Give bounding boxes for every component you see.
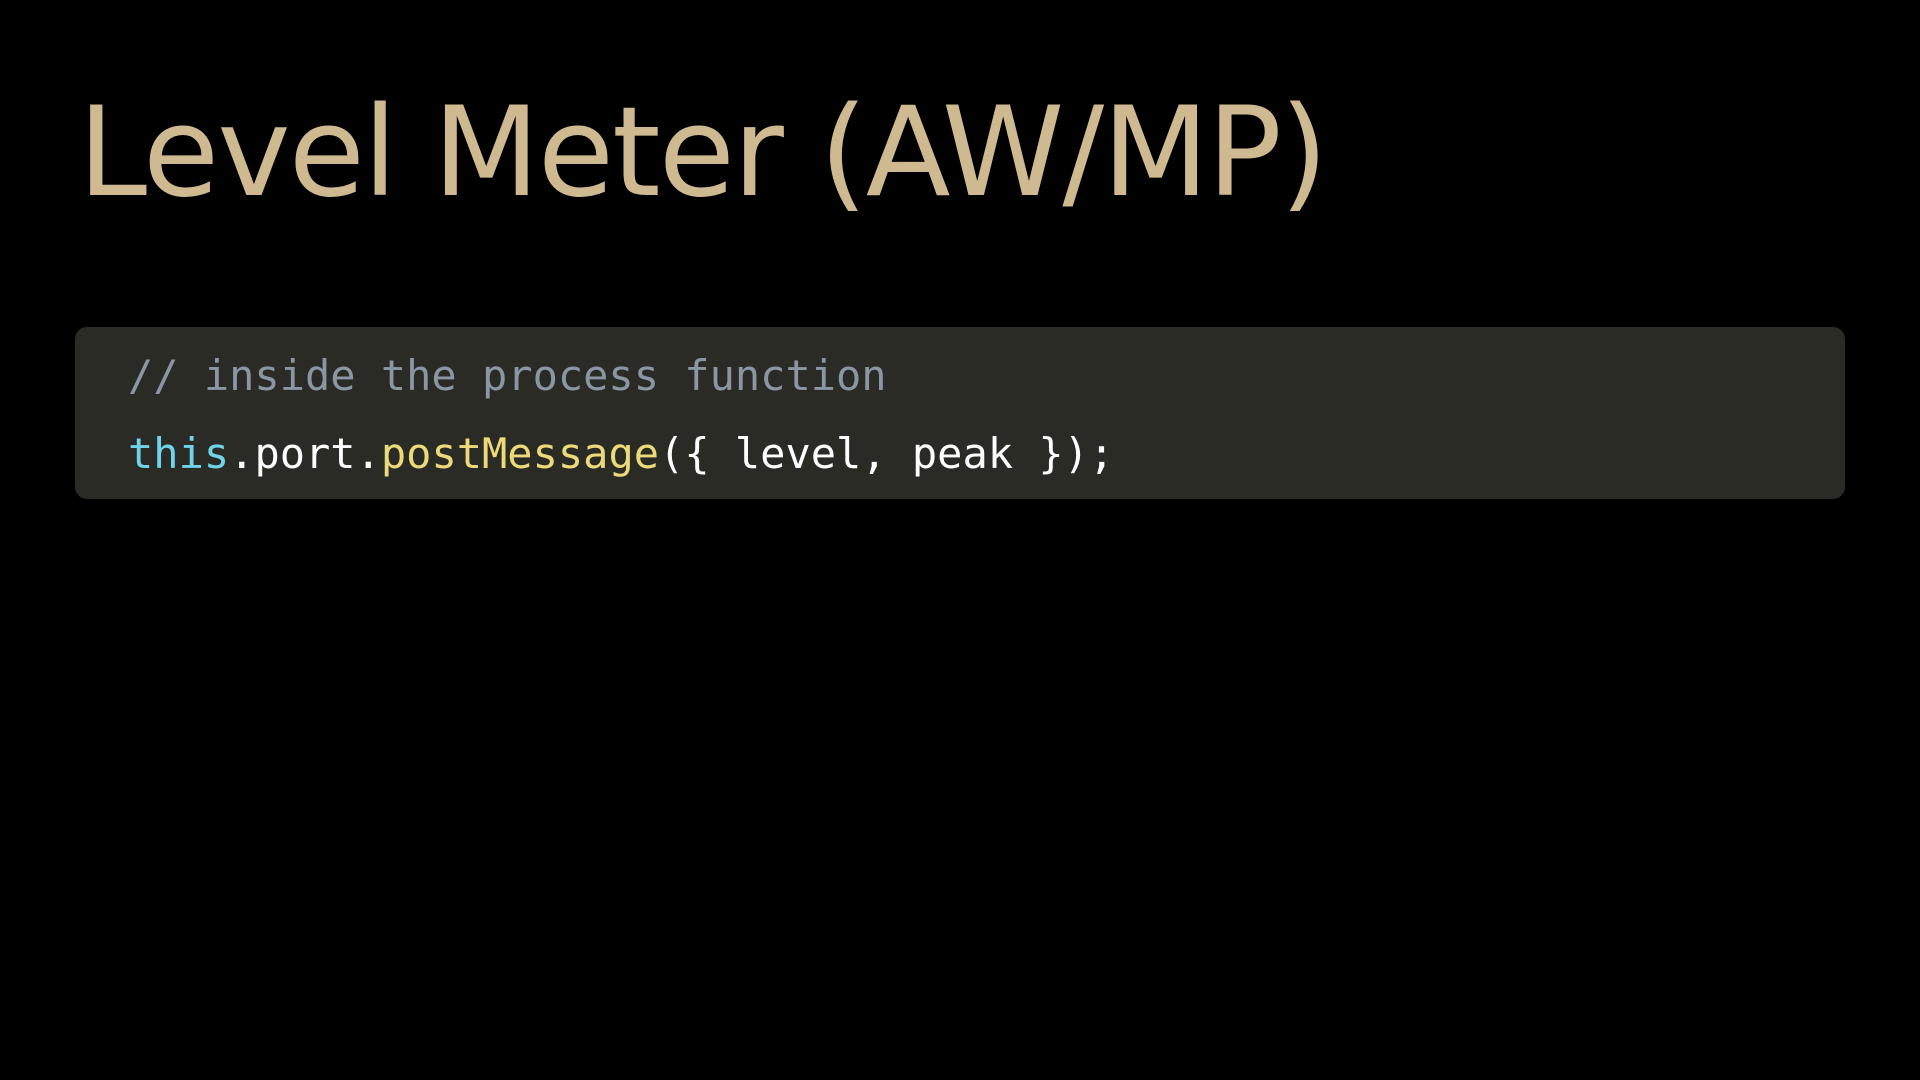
slide-title: Level Meter (AW/MP)	[78, 81, 1328, 225]
code-block: // inside the process function this.port…	[75, 327, 1845, 499]
code-line-statement: this.port.postMessage({ level, peak });	[128, 415, 1845, 493]
code-function-name: postMessage	[380, 429, 660, 478]
code-keyword-this: this	[128, 429, 230, 478]
code-arguments: ({ level, peak });	[659, 429, 1115, 478]
code-line-comment: // inside the process function	[128, 337, 1845, 415]
code-comment: // inside the process function	[128, 351, 887, 400]
slide: Level Meter (AW/MP) // inside the proces…	[0, 0, 1920, 1080]
code-member-access: .port.	[229, 429, 381, 478]
